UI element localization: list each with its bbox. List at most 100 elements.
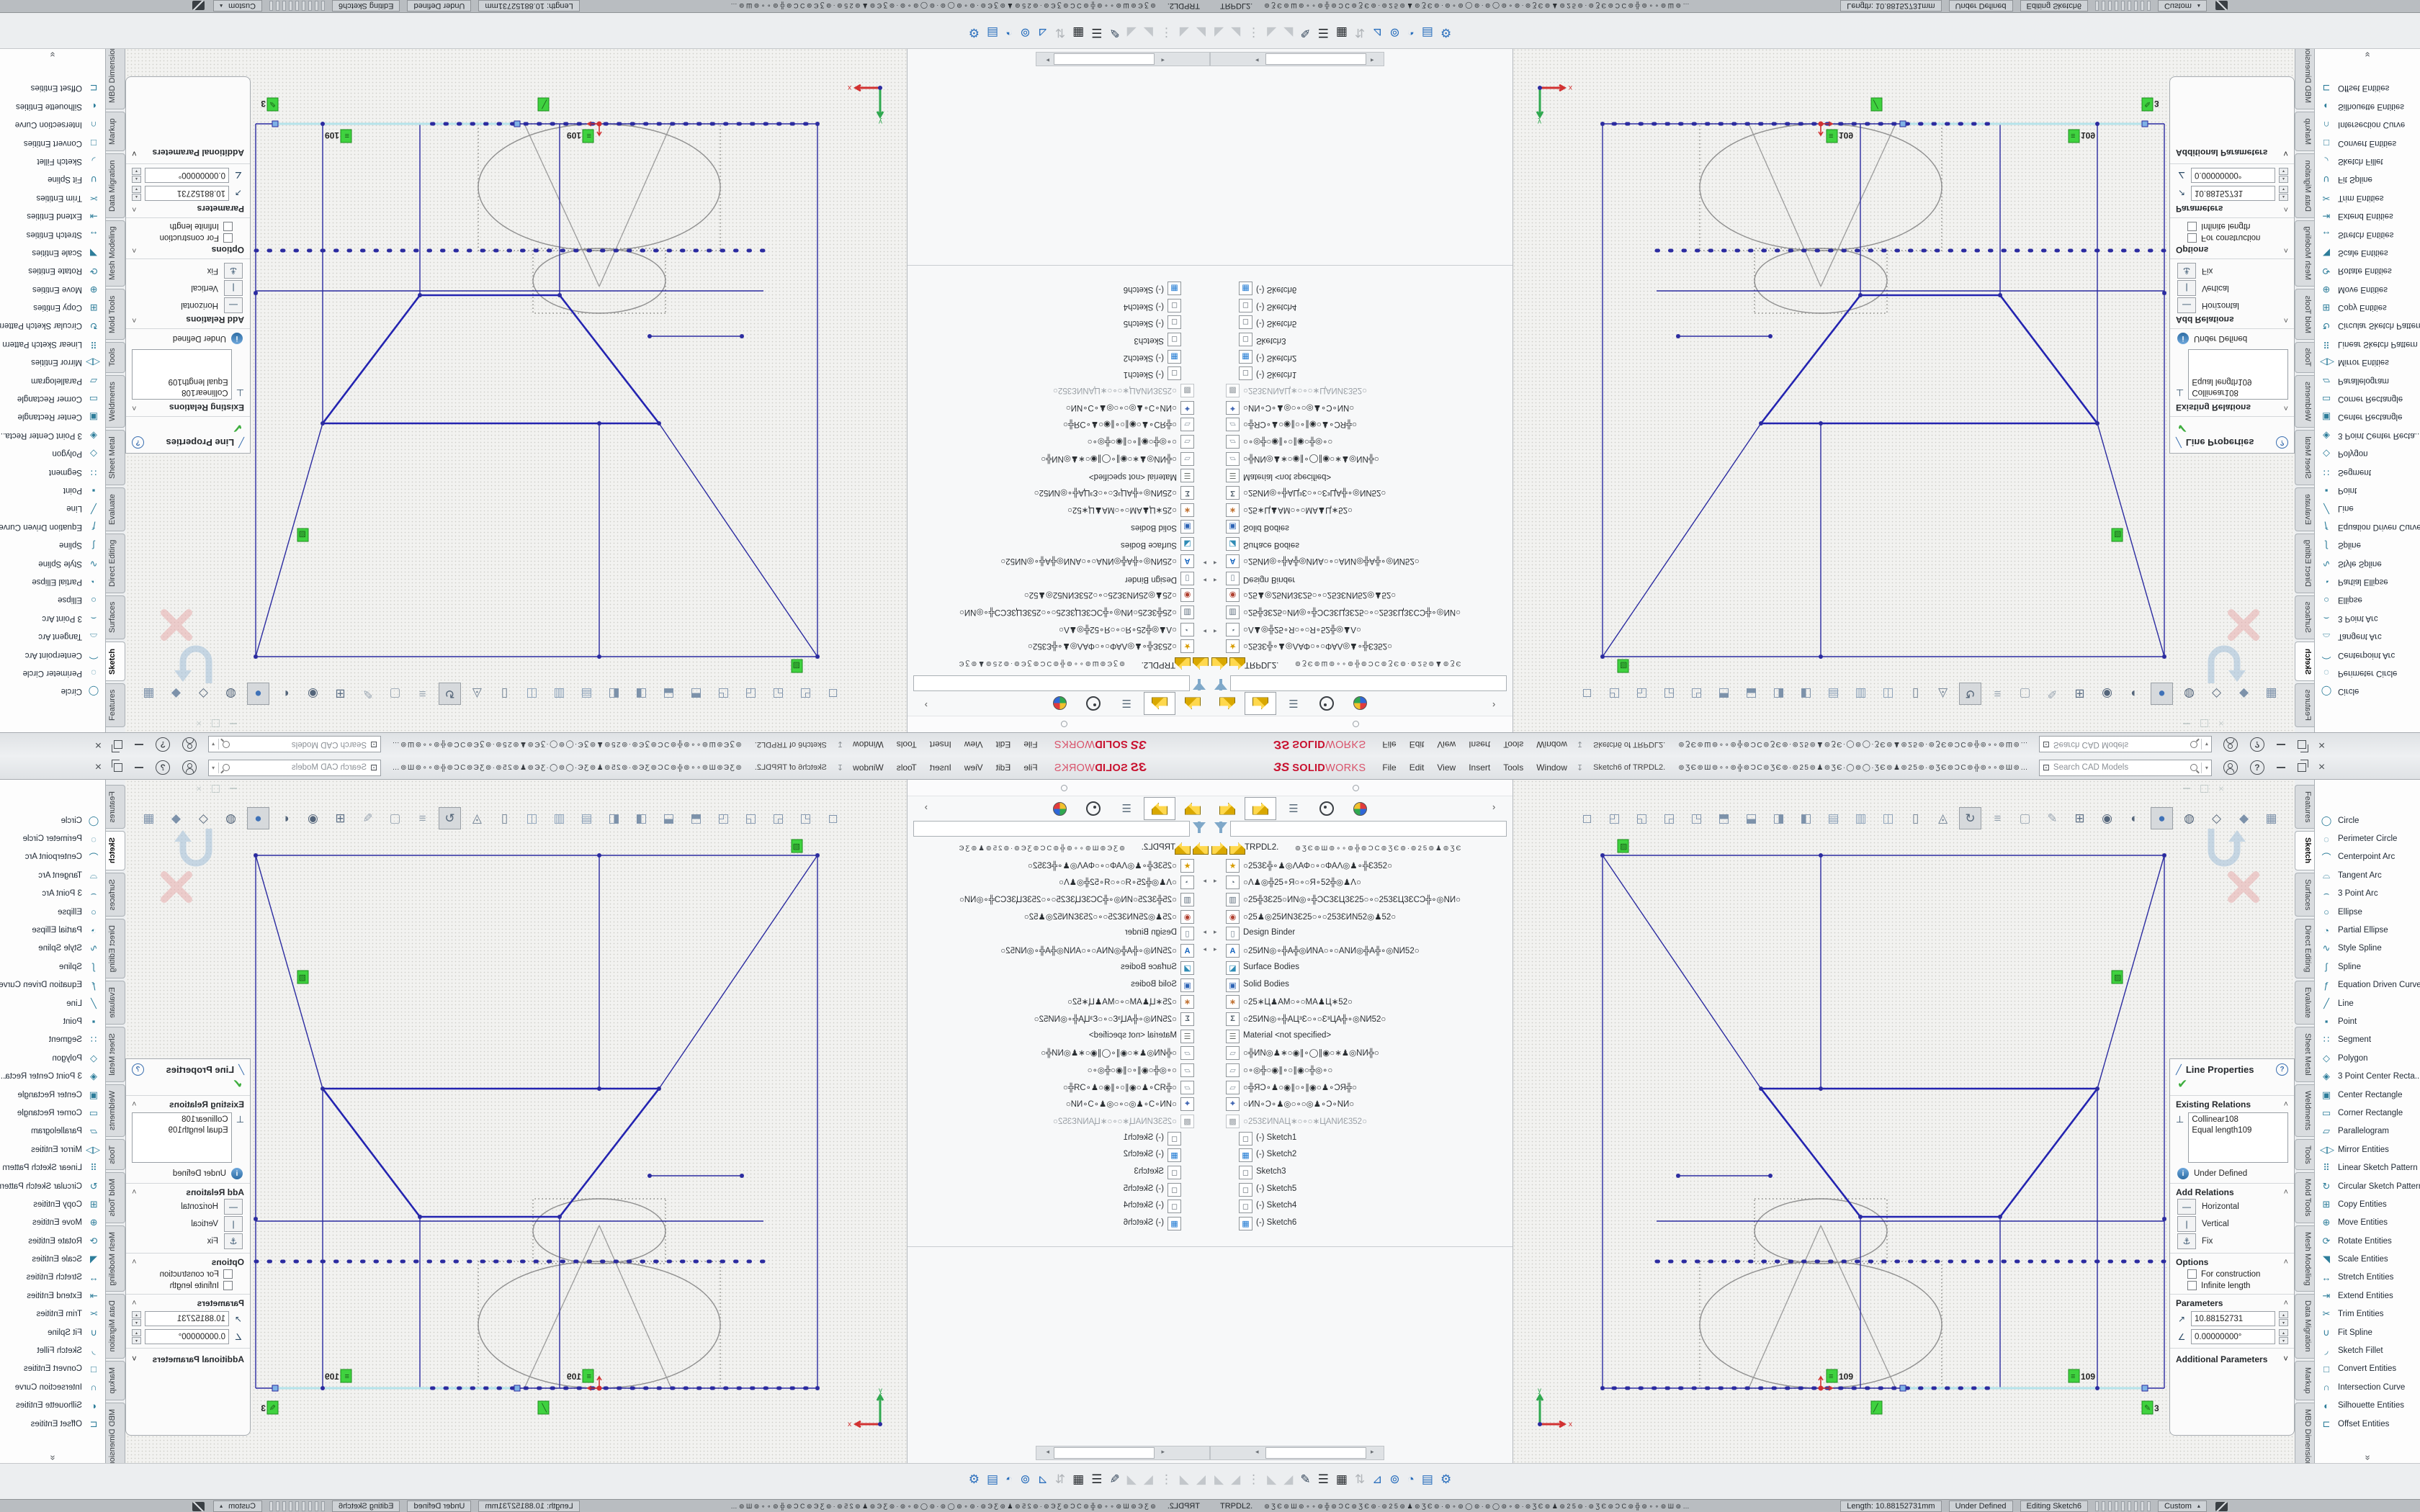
add-relation-row[interactable]: — Horizontal — [2177, 1199, 2288, 1215]
tree-row[interactable]: ◻ (-) Sketch1 — [749, 1130, 1210, 1148]
flyout-menu-item[interactable]: ◇ Polygon — [0, 445, 105, 463]
taskbar-document-button[interactable]: TRPDL2. — [1220, 1502, 1252, 1511]
tree-row[interactable]: ◪ Surface Bodies — [1210, 960, 1671, 977]
menu-pin-icon[interactable]: ↧ — [837, 763, 843, 773]
flyout-menu-item[interactable]: ⊏ Offset Entities — [2315, 79, 2420, 97]
search-input[interactable]: ⊡ Search CAD Models ▾ — [208, 737, 381, 753]
commandmanager-tab[interactable]: Sketch — [106, 642, 125, 681]
menu-item[interactable]: Window — [846, 757, 890, 779]
flyout-menu-item[interactable]: ʃ Spline — [0, 536, 105, 554]
flyout-menu-item[interactable]: ⊞ Copy Entities — [0, 1195, 105, 1213]
titlebar-toolbar-icons[interactable]: ⊚ƷЄ⊚Ш⊚∘∘⊚╬⊚ϽϹ⊚ƷЄ⊚∙⊚25⊚♟⊚ƷЄ∙◯⊚◯∙ƷЄ⊚♟⊚25⊚∙… — [391, 764, 742, 772]
expand-icon[interactable]: ˅ — [2283, 1355, 2288, 1364]
parameter-field[interactable]: 0.00000000° — [145, 1329, 229, 1344]
flyout-menu-item[interactable]: ◞ Sketch Fillet — [2315, 1341, 2420, 1359]
tree-row[interactable]: ◻ (-) Sketch5 — [1210, 1182, 1671, 1199]
flyout-menu-item[interactable]: ◞ Sketch Fillet — [2315, 152, 2420, 170]
tree-row[interactable]: ◻ (-) Sketch4 — [749, 297, 1210, 314]
bottom-toolbar-icon[interactable]: ▤ — [1422, 25, 1433, 40]
flyout-menu-item[interactable]: ⊞ Copy Entities — [0, 298, 105, 316]
tree-row[interactable]: ◻ Sketch3 — [1210, 1164, 1671, 1182]
expand-arrow-icon[interactable]: ▸ — [1203, 928, 1206, 936]
bottom-toolbar-icon[interactable]: ⇅ — [1355, 1472, 1365, 1487]
bottom-toolbar-icon[interactable]: ⊚ — [1020, 1472, 1030, 1487]
tree-row[interactable]: ▸ ◔ ○Λ♟◎╬25∘Я○∘○Я∘52╬◎♟Λ○ — [1210, 874, 1671, 891]
flyout-menu-item[interactable]: ⟳ Rotate Entities — [0, 262, 105, 280]
bottom-toolbar-icon[interactable]: ✎ — [1109, 25, 1119, 40]
flyout-menu-item[interactable]: ∷ Segment — [0, 1031, 105, 1049]
flyout-menu-item[interactable]: ◁▷ Mirror Entities — [0, 1140, 105, 1158]
tree-row[interactable]: ▥ ○25╬3Ɛ25○ИN◎∘╬ϽϹ3ƐЦ3Ɛ25○∘○253ƐЦ3ƐϹϽ╬∘◎… — [1210, 891, 1671, 909]
user-account-icon[interactable] — [182, 760, 197, 775]
flyout-menu-item[interactable]: ◥ Scale Entities — [2315, 1250, 2420, 1268]
tree-row[interactable]: ◉ ○25♟◎25ИN3Ɛ25○∘○253ƐИN52◎♟52○ — [749, 909, 1210, 926]
scrollbar-thumb[interactable] — [1054, 53, 1155, 65]
bottom-toolbar-icon[interactable]: ⊿ — [1372, 1472, 1382, 1487]
commandmanager-tab[interactable]: Tools — [2295, 342, 2314, 374]
commandmanager-tab[interactable]: Markup — [2295, 112, 2314, 151]
tree-row[interactable]: ▩ ○253ƐИNΑЦ∗○∘○∗ЦΑNИƐ352○ — [1210, 1113, 1671, 1130]
tree-row[interactable]: ▸ ◔ ○Λ♟◎╬25∘Я○∘○Я∘52╬◎♟Λ○ — [749, 874, 1210, 891]
parameter-field[interactable]: 10.88152731 — [2191, 186, 2275, 201]
tree-row[interactable]: ▦ (-) Sketch6 — [749, 279, 1210, 297]
bottom-toolbar-icon[interactable]: ◣ — [1267, 1472, 1276, 1487]
flyout-menu-item[interactable]: ╱ Line — [2315, 994, 2420, 1012]
panel-pin-icon[interactable] — [1353, 785, 1359, 791]
tree-row[interactable]: ▱ ○╬ЯϽ∘♟○◉∥○∘∥◉○♟∘ϽЯ╬○ — [1210, 416, 1671, 433]
tree-row[interactable]: ◪ Surface Bodies — [749, 960, 1210, 977]
flyout-menu-item[interactable]: ∿ Style Spline — [0, 940, 105, 958]
flyout-menu-item[interactable]: ↻ Circular Sketch Pattern — [0, 1177, 105, 1195]
bottom-toolbar-icon[interactable]: ⚙ — [1440, 25, 1451, 40]
relations-listbox[interactable]: Collinear108Equal length109 — [2188, 349, 2288, 400]
panel-help-icon[interactable]: ? — [2276, 436, 2288, 449]
user-account-icon[interactable] — [182, 737, 197, 752]
tree-row[interactable]: ▩ ○253ƐИNΑЦ∗○∘○∗ЦΑNИƐ352○ — [749, 382, 1210, 399]
commandmanager-tab[interactable]: Surfaces — [106, 873, 125, 917]
flyout-menu-item[interactable]: ↻ Circular Sketch Pattern — [0, 317, 105, 335]
flyout-menu-item[interactable]: ▪ Point — [0, 1012, 105, 1030]
expand-arrow-icon[interactable]: ▸ — [1203, 559, 1206, 567]
panel-tab[interactable] — [1211, 797, 1243, 820]
ok-check-icon[interactable]: ✔ — [132, 1077, 243, 1092]
relation-button-icon[interactable]: ⚓ — [2177, 1233, 2196, 1249]
tree-row[interactable]: ▣ Solid Bodies — [749, 518, 1210, 536]
flyout-menu-item[interactable]: ○ Ellipse — [0, 903, 105, 921]
panel-tab[interactable] — [1177, 797, 1209, 820]
menu-item[interactable]: Edit — [1403, 757, 1431, 779]
flyout-menu-item[interactable]: ⊞ Copy Entities — [2315, 1195, 2420, 1213]
menu-item[interactable]: Insert — [1462, 757, 1497, 779]
relation-button-icon[interactable]: | — [224, 280, 243, 296]
panel-tab[interactable] — [1311, 692, 1343, 715]
tree-row[interactable]: Σ ○25ИN◎∘╬ΑЦ³Ɛ○∘○Ɛ³ЦΑ╬∘◎NИ52○ — [1210, 484, 1671, 501]
tree-row[interactable]: ◻ (-) Sketch4 — [1210, 1198, 1671, 1215]
commandmanager-tab[interactable]: Sketch — [106, 831, 125, 870]
bottom-toolbar-icon[interactable]: ◢ — [1231, 25, 1240, 40]
expand-icon[interactable]: ˅ — [132, 148, 137, 157]
relation-item[interactable]: Equal length109 — [135, 1125, 228, 1136]
help-icon[interactable] — [2250, 737, 2264, 752]
expand-arrow-icon[interactable]: ▸ — [1203, 945, 1206, 953]
titlebar-toolbar-icons[interactable]: ⊚ƷЄ⊚Ш⊚∘∘⊚╬⊚ϽϹ⊚ƷЄ⊚∙⊚25⊚♟⊚ƷЄ∙◯⊚◯∙ƷЄ⊚♟⊚25⊚∙… — [391, 741, 742, 749]
commandmanager-tab[interactable]: Markup — [2295, 1361, 2314, 1400]
tree-row[interactable]: ◻ (-) Sketch5 — [1210, 314, 1671, 331]
tree-row[interactable]: ◻ Sketch3 — [749, 1164, 1210, 1182]
spinner[interactable]: ▴▾ — [132, 1311, 141, 1326]
bottom-toolbar-icon[interactable]: ◢ — [1127, 25, 1137, 40]
tree-row[interactable]: ◉ ○25♟◎25ИN3Ɛ25○∘○253ƐИN52◎♟52○ — [749, 587, 1210, 604]
flyout-menu-item[interactable]: ∩ Intersection Curve — [2315, 1378, 2420, 1396]
tree-row[interactable]: ◻ (-) Sketch1 — [1210, 1130, 1671, 1148]
tree-row[interactable]: ▩ ○253ƐИNΑЦ∗○∘○∗ЦΑNИƐ352○ — [1210, 382, 1671, 399]
flyout-menu-item[interactable]: ∿ Style Spline — [0, 554, 105, 572]
menu-item[interactable]: View — [1430, 734, 1462, 756]
collapse-icon[interactable]: ˄ — [2284, 1100, 2288, 1109]
flyout-menu-item[interactable]: ◔ Partial Ellipse — [2315, 921, 2420, 939]
flyout-menu-item[interactable]: ◔ Partial Ellipse — [0, 572, 105, 590]
commandmanager-tab[interactable]: Direct Editing — [106, 534, 125, 593]
flyout-menu-item[interactable]: ◐ Silhouette Entities — [2315, 97, 2420, 115]
restore-button[interactable] — [114, 763, 122, 772]
bottom-toolbar-icon[interactable]: ▦ — [1336, 1472, 1348, 1487]
flyout-menu-item[interactable]: ∩ Intersection Curve — [0, 1378, 105, 1396]
flyout-menu-item[interactable]: ◌ Perimeter Circle — [0, 829, 105, 847]
expand-icon[interactable]: ˅ — [2283, 148, 2288, 157]
checkbox[interactable] — [2187, 1269, 2197, 1279]
